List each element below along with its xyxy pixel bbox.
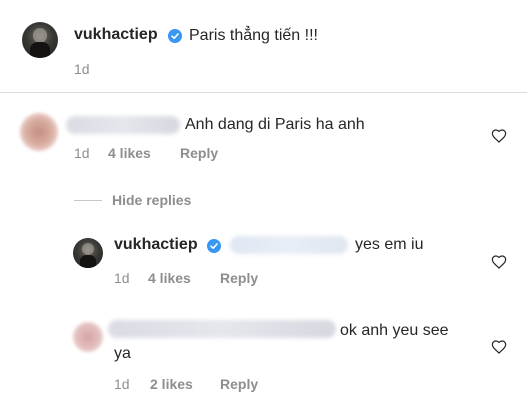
verified-badge-icon xyxy=(207,239,221,253)
reply-likes[interactable]: 2 likes xyxy=(150,376,193,392)
reply-time: 1d xyxy=(114,376,130,392)
post-caption: vukhactiep Paris thẳng tiến !!! 1d xyxy=(0,0,527,92)
caption-text: Paris thẳng tiến !!! xyxy=(189,27,318,44)
owner-avatar[interactable] xyxy=(22,22,58,58)
comment-time: 1d xyxy=(74,145,90,161)
replier-avatar[interactable] xyxy=(73,322,103,352)
comment-likes[interactable]: 4 likes xyxy=(108,145,151,161)
reply-reply-button[interactable]: Reply xyxy=(220,270,258,286)
hide-replies-line xyxy=(74,200,102,201)
reply-reply-button[interactable]: Reply xyxy=(220,376,258,392)
comment-reply-button[interactable]: Reply xyxy=(180,145,218,161)
reply-username[interactable]: vukhactiep xyxy=(114,236,198,254)
owner-username[interactable]: vukhactiep xyxy=(74,26,158,44)
commenter-username-blurred[interactable] xyxy=(66,116,180,134)
reply-likes[interactable]: 4 likes xyxy=(148,270,191,286)
verified-badge-icon xyxy=(168,29,182,43)
reply-owner-avatar[interactable] xyxy=(73,238,103,268)
commenter-avatar[interactable] xyxy=(20,113,58,151)
replier-username-blurred[interactable] xyxy=(108,320,336,338)
heart-icon[interactable] xyxy=(491,128,507,144)
reply-text-line2: ya xyxy=(114,345,131,362)
mention-blurred[interactable] xyxy=(230,236,348,254)
comment-text: Anh dang di Paris ha anh xyxy=(185,116,365,133)
divider xyxy=(0,92,527,93)
post-time: 1d xyxy=(74,61,90,77)
reply-text-line1: ok anh yeu see xyxy=(340,322,449,339)
reply-text: yes em iu xyxy=(355,236,424,253)
reply-time: 1d xyxy=(114,270,130,286)
heart-icon[interactable] xyxy=(491,254,507,270)
hide-replies-button[interactable]: Hide replies xyxy=(112,192,191,208)
heart-icon[interactable] xyxy=(491,339,507,355)
